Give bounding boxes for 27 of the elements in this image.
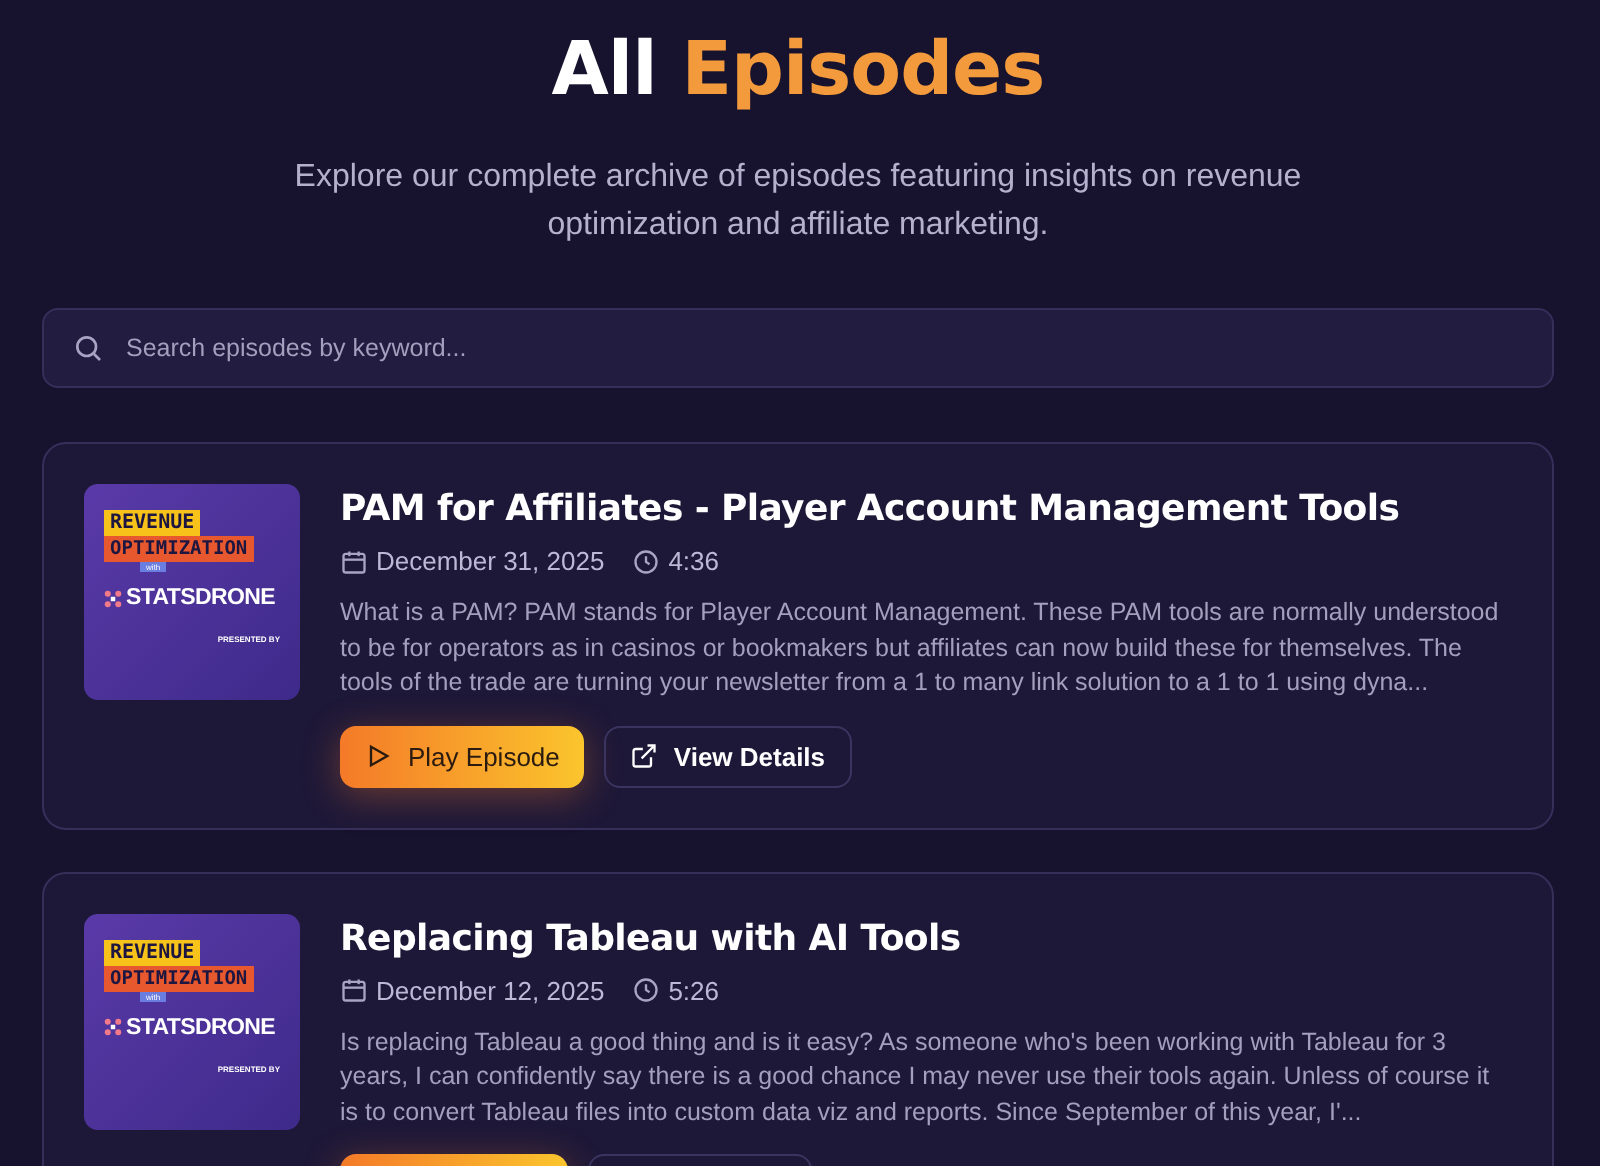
cover-text: OPTIMIZATION — [104, 536, 254, 562]
episode-description: Is replacing Tableau a good thing and is it easy? As someone who's been working with Tableau for 3 years, I can confidently say there is a good chance I may never use their tools again. Unless of course it is to convert Tableau files into custom data viz and reports. Since September of this year, I'... — [340, 1025, 1492, 1130]
cover-text: REVENUE — [104, 510, 201, 536]
episode-date: December 31, 2025 — [376, 546, 605, 576]
external-link-icon — [629, 742, 658, 770]
calendar-icon — [340, 976, 368, 1004]
episode-description: What is a PAM? PAM stands for Player Account Management. These PAM tools are normally understood to be for operators as in casinos or bookmakers but affiliates can now build these for themselves. The tools of the trade are turning your newsletter from a 1 to many link solution to a 1 to 1 using dyna... — [340, 596, 1501, 700]
drone-icon — [104, 589, 122, 607]
clock-icon — [632, 547, 661, 575]
cover-text: STATSDRONE — [126, 1015, 276, 1039]
page-title: All Episodes — [549, 26, 1047, 114]
episode-title: PAM for Affiliates - Player Account Management Tools — [340, 488, 1402, 532]
search-field[interactable]: Search episodes by keyword... — [42, 308, 1554, 388]
cover-text: STATSDRONE — [126, 586, 276, 610]
episode-duration: 5:26 — [668, 975, 719, 1005]
play-icon — [364, 742, 392, 770]
view-details-button[interactable]: View Details — [603, 725, 852, 787]
episode-duration: 4:36 — [668, 546, 719, 576]
cover-text: REVENUE — [104, 939, 201, 965]
page-subtitle: Explore our complete archive of episodes featuring insights on revenue optimization and affiliate marketing. — [292, 158, 1304, 246]
episode-date: December 12, 2025 — [376, 975, 605, 1005]
episode-title: Replacing Tableau with AI Tools — [340, 917, 963, 961]
drone-icon — [104, 1018, 122, 1036]
calendar-icon — [340, 547, 368, 575]
play-button[interactable]: Play Episode — [340, 725, 584, 787]
cover-text: OPTIMIZATION — [104, 965, 254, 991]
clock-icon — [632, 976, 661, 1004]
